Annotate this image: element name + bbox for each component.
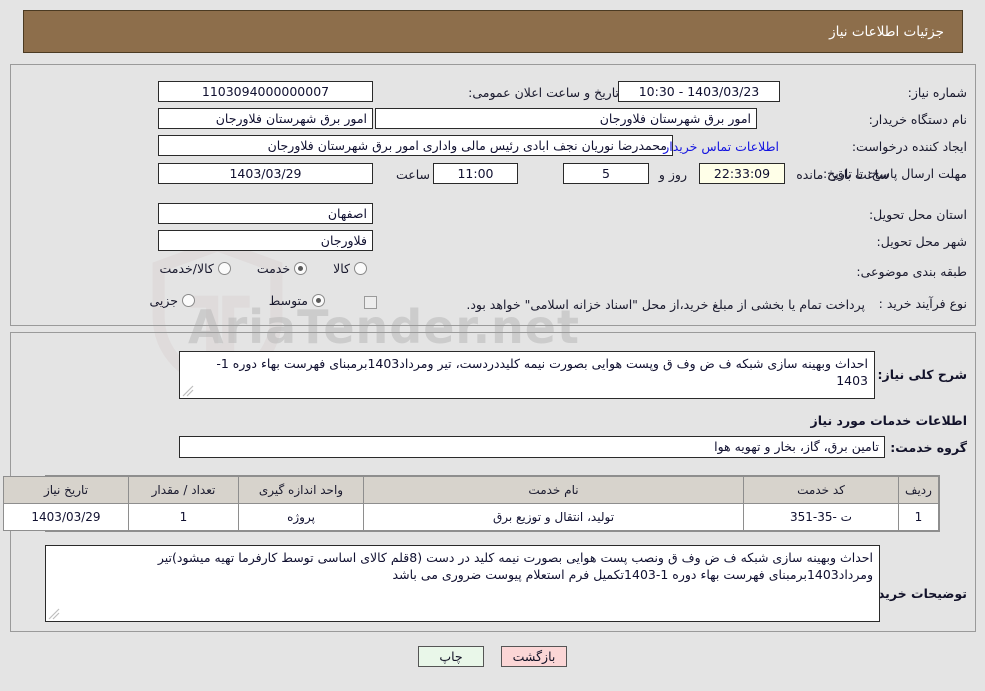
col-date: تاریخ نیاز	[3, 476, 129, 504]
cell-name: تولید، انتقال و توزیع برق	[363, 503, 744, 531]
action-button-bar: بازگشت چاپ	[0, 646, 985, 667]
treasury-checkbox[interactable]	[364, 296, 377, 309]
category-label: طبقه بندی موضوعی:	[856, 264, 967, 279]
back-button[interactable]: بازگشت	[501, 646, 567, 667]
buyer-notes-textarea[interactable]: احداث وبهینه سازی شبکه ف ض وف ق ونصب پست…	[45, 545, 880, 622]
page-header: جزئیات اطلاعات نیاز	[23, 10, 963, 53]
process-radio-group: جزیی	[129, 293, 195, 308]
province-label: استان محل تحویل:	[868, 207, 967, 222]
resize-grip-icon[interactable]	[182, 385, 194, 397]
category-option-kala-khedmat[interactable]: کالا/خدمت	[159, 261, 231, 276]
table-header-row: ردیف کد خدمت نام خدمت واحد اندازه گیری ت…	[3, 476, 939, 504]
process-radio-group-2: متوسط	[269, 293, 325, 308]
col-unit: واحد اندازه گیری	[238, 476, 364, 504]
treasury-note: پرداخت تمام یا بخشی از مبلغ خرید،از محل …	[466, 297, 865, 312]
category-radio-group: کالا خدمت کالا/خدمت	[133, 261, 367, 276]
need-number-label: شماره نیاز:	[907, 85, 967, 100]
service-group-label: گروه خدمت:	[890, 440, 967, 455]
table-row[interactable]: 1 ت -35-351 تولید، انتقال و توزیع برق پر…	[3, 503, 939, 531]
buyer-org-label: نام دستگاه خریدار:	[868, 112, 967, 127]
requester-label: ایجاد کننده درخواست:	[851, 139, 967, 154]
radio-kala-icon[interactable]	[354, 262, 367, 275]
col-name: نام خدمت	[363, 476, 744, 504]
days-label: روز و	[658, 167, 687, 182]
cell-code: ت -35-351	[743, 503, 899, 531]
process-option-label-0: جزیی	[149, 293, 178, 308]
city-label: شهر محل تحویل:	[876, 234, 967, 249]
col-qty: تعداد / مقدار	[128, 476, 239, 504]
summary-text: احداث وبهینه سازی شبکه ف ض وف ق وپست هوا…	[216, 356, 868, 388]
category-option-khedmat[interactable]: خدمت	[256, 261, 308, 276]
category-option-label-0: کالا	[333, 261, 350, 276]
summary-label: شرح کلی نیاز:	[877, 367, 967, 382]
category-option-label-2: کالا/خدمت	[159, 261, 214, 276]
top-info-panel	[10, 64, 976, 326]
cell-radif: 1	[898, 503, 939, 531]
print-button[interactable]: چاپ	[418, 646, 484, 667]
col-code: کد خدمت	[743, 476, 899, 504]
category-option-kala[interactable]: کالا	[333, 261, 367, 276]
service-group-field[interactable]: تامین برق، گاز، بخار و تهویه هوا	[179, 436, 885, 458]
services-table: ردیف کد خدمت نام خدمت واحد اندازه گیری ت…	[3, 475, 940, 532]
page-title: جزئیات اطلاعات نیاز	[829, 23, 944, 40]
hour-label: ساعت	[395, 167, 430, 182]
page-root: AriaTender.net جزئیات اطلاعات نیاز شماره…	[0, 0, 985, 691]
category-option-label-1: خدمت	[256, 261, 291, 276]
announce-datetime-label: تاریخ و ساعت اعلان عمومی:	[468, 85, 619, 100]
services-section-title: اطلاعات خدمات مورد نیاز	[810, 413, 968, 428]
cell-date: 1403/03/29	[3, 503, 129, 531]
radio-jozee-icon[interactable]	[182, 294, 195, 307]
radio-motavaset-icon[interactable]	[312, 294, 325, 307]
radio-kala-khedmat-icon[interactable]	[217, 262, 231, 275]
summary-textarea[interactable]: احداث وبهینه سازی شبکه ف ض وف ق وپست هوا…	[179, 351, 875, 399]
col-radif: ردیف	[898, 476, 939, 504]
process-option-label-1: متوسط	[268, 293, 308, 308]
process-option-jozee[interactable]: جزیی	[149, 293, 195, 308]
cell-unit: پروژه	[238, 503, 364, 531]
radio-khedmat-icon[interactable]	[294, 262, 308, 275]
buyer-contact-link[interactable]: اطلاعات تماس خریدار	[657, 139, 785, 154]
resize-grip-icon-2[interactable]	[48, 608, 60, 620]
cell-qty: 1	[128, 503, 239, 531]
process-option-motavaset[interactable]: متوسط	[269, 293, 325, 308]
process-label: نوع فرآیند خرید :	[878, 296, 967, 311]
remaining-hours-label: ساعت باقی مانده	[796, 167, 889, 182]
buyer-notes-text: احداث وبهینه سازی شبکه ف ض وف ق ونصب پست…	[157, 550, 873, 582]
